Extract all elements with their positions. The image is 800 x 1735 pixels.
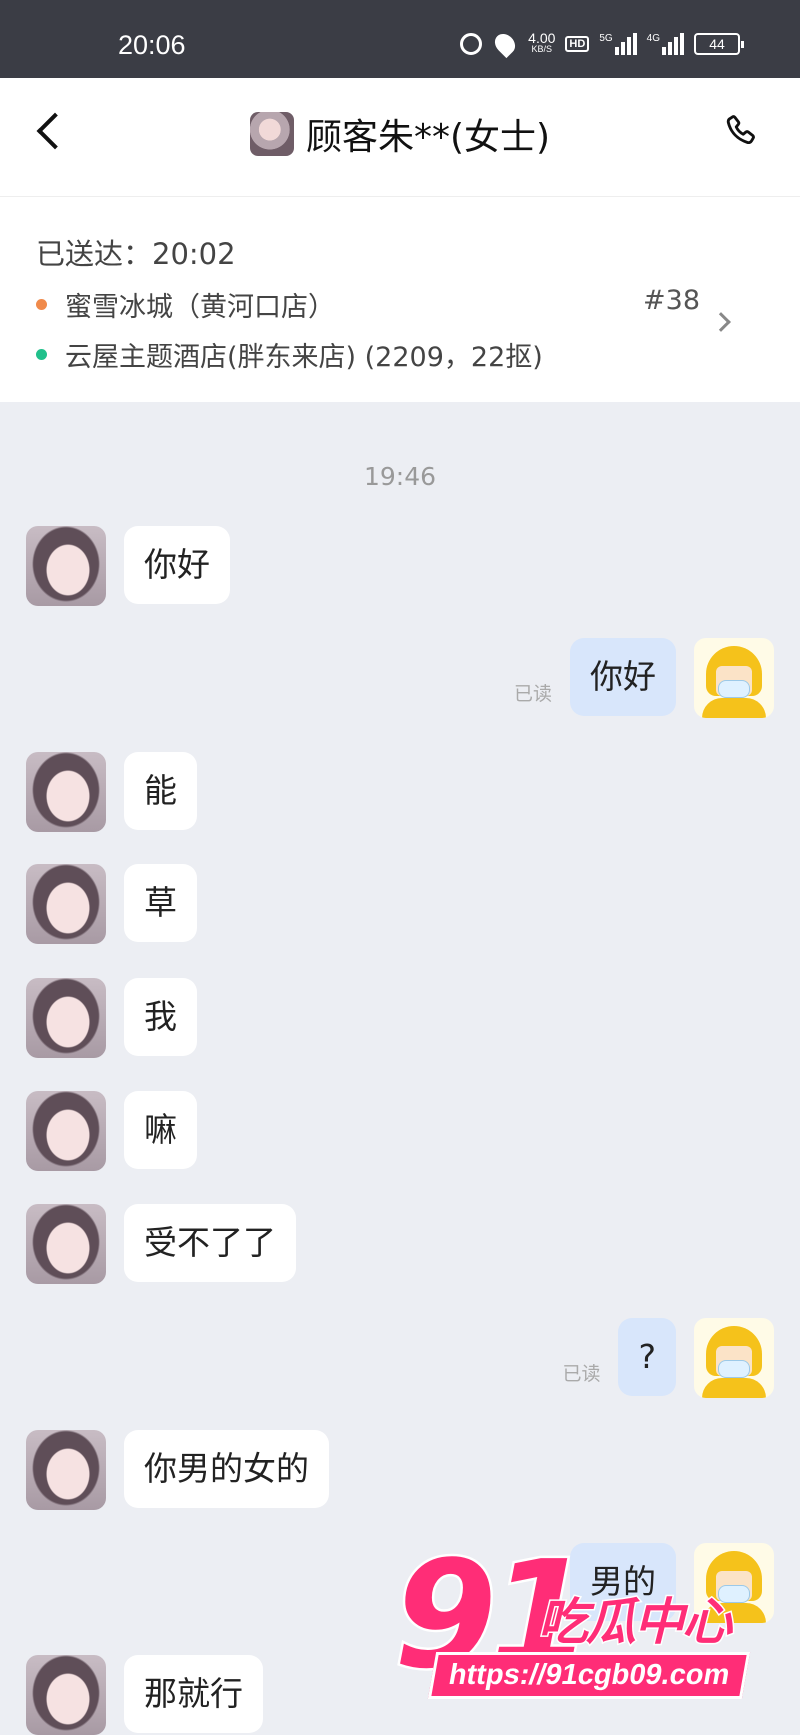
message-row: 你男的女的: [26, 1430, 347, 1510]
message-bubble[interactable]: ?: [618, 1318, 676, 1396]
destination-row: 云屋主题酒店(胖东来店) (2209，22抠): [36, 335, 543, 374]
message-row: 嘛: [26, 1091, 215, 1171]
watermark-url: https://91cgb09.com: [427, 1652, 751, 1699]
rider-avatar[interactable]: [694, 1318, 774, 1398]
watermark-brand: 吃瓜中心: [537, 1592, 734, 1653]
message-row: 你好 已读: [514, 638, 774, 718]
store-dot-icon: [36, 299, 47, 310]
signal-5g-label: 5G: [599, 33, 613, 44]
watermark-logo: 91 吃瓜中心 https://91cgb09.com: [388, 1538, 788, 1730]
order-info-card[interactable]: 已送达：20:02 蜜雪冰城（黄河口店） #38 云屋主题酒店(胖东来店) (2…: [0, 196, 800, 402]
location-icon: [491, 29, 520, 59]
message-bubble[interactable]: 草: [124, 864, 197, 942]
signal-4g-label: 4G: [646, 33, 660, 44]
speed-unit: KB/S: [531, 44, 553, 54]
message-bubble[interactable]: 你好: [570, 638, 676, 716]
customer-avatar[interactable]: [26, 1655, 106, 1735]
customer-avatar[interactable]: [26, 1204, 106, 1284]
customer-avatar[interactable]: [26, 752, 106, 832]
header-avatar: [249, 112, 294, 156]
customer-avatar[interactable]: [26, 526, 106, 606]
message-row: 草: [26, 864, 215, 944]
signal-4g-icon: 4G: [647, 33, 684, 55]
message-bubble[interactable]: 你男的女的: [124, 1430, 329, 1508]
customer-avatar[interactable]: [26, 978, 106, 1058]
order-number: #38: [643, 285, 700, 316]
chat-timestamp: 19:46: [363, 462, 437, 491]
message-row: 我: [26, 978, 215, 1058]
hd-badge: HD: [565, 36, 590, 52]
delivered-status: 已送达：20:02: [36, 237, 236, 271]
destination-address: 云屋主题酒店(胖东来店) (2209，22抠): [65, 342, 543, 373]
speed-value: 4.00: [528, 30, 556, 46]
message-bubble[interactable]: 那就行: [124, 1655, 263, 1733]
status-icons: 4.00 KB/S HD 5G 4G 44: [460, 29, 744, 59]
message-row: 受不了了: [26, 1204, 314, 1284]
page-title: 顾客朱**(女士): [305, 117, 551, 158]
chat-header: 顾客朱**(女士): [0, 78, 800, 196]
store-name: 蜜雪冰城（黄河口店）: [65, 292, 335, 323]
message-row: 能: [26, 752, 215, 832]
customer-avatar[interactable]: [26, 864, 106, 944]
status-time: 20:06: [118, 30, 186, 60]
customer-avatar[interactable]: [26, 1430, 106, 1510]
message-bubble[interactable]: 我: [124, 978, 197, 1056]
read-receipt: 已读: [562, 1363, 601, 1385]
message-bubble[interactable]: 受不了了: [124, 1204, 296, 1282]
header-title-group: 顾客朱**(女士): [0, 108, 800, 160]
message-row: 你好: [26, 526, 248, 606]
phone-icon[interactable]: [722, 112, 760, 152]
message-bubble[interactable]: 你好: [124, 526, 230, 604]
rider-avatar[interactable]: [694, 638, 774, 718]
message-row: 那就行: [26, 1655, 281, 1735]
message-row: ? 已读: [562, 1318, 774, 1398]
destination-dot-icon: [36, 349, 47, 360]
message-bubble[interactable]: 能: [124, 752, 197, 830]
battery-icon: 44: [694, 33, 744, 55]
network-speed: 4.00 KB/S: [528, 30, 556, 55]
status-bar: 20:06 4.00 KB/S HD 5G 4G 44: [0, 0, 800, 78]
message-bubble[interactable]: 嘛: [124, 1091, 197, 1169]
alarm-icon: [460, 33, 483, 55]
read-receipt: 已读: [513, 683, 552, 705]
store-row: 蜜雪冰城（黄河口店）: [36, 285, 335, 324]
signal-5g-icon: 5G: [599, 33, 637, 55]
chevron-right-icon[interactable]: [711, 312, 731, 332]
customer-avatar[interactable]: [26, 1091, 106, 1171]
